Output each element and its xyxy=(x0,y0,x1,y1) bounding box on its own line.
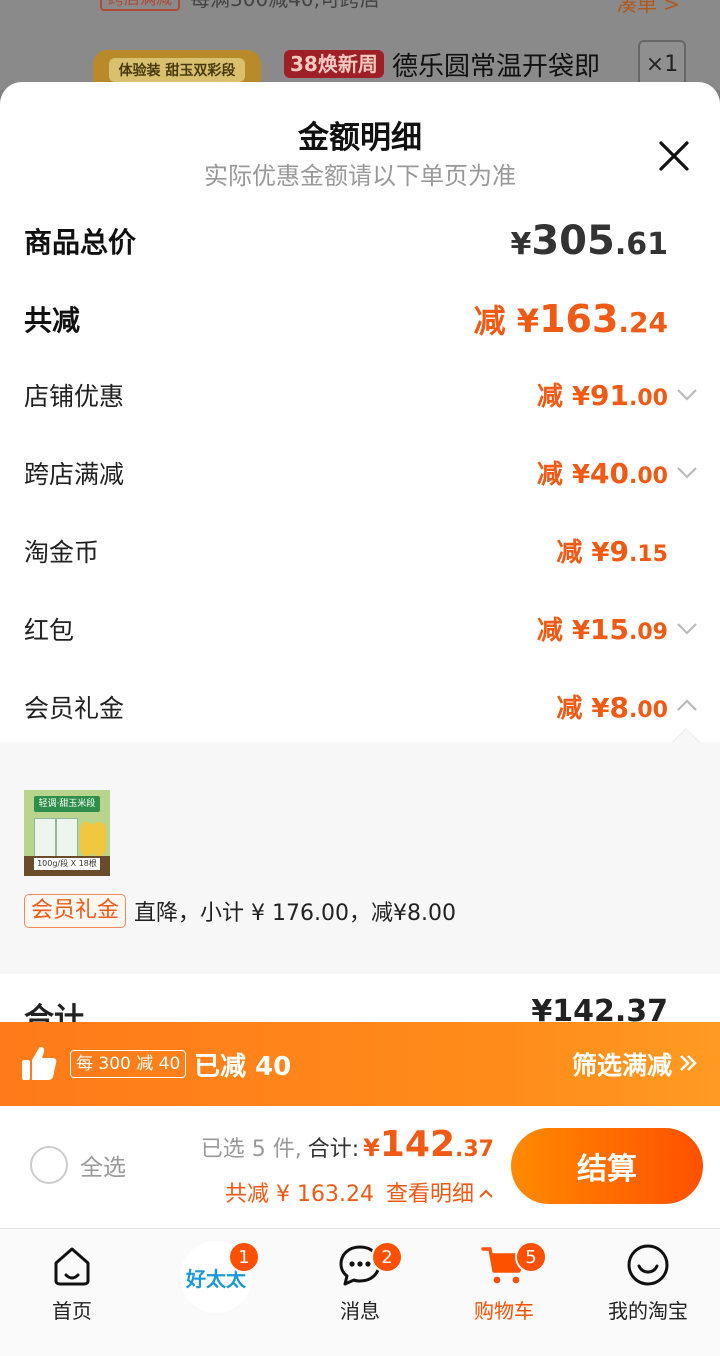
tab-label: 购物车 xyxy=(474,1299,534,1323)
background-cart: 跨店满减 每满300减40,可跨店 凑单 > 体验装 甜玉双彩段 38焕新周 德… xyxy=(0,0,720,90)
view-detail-label: 查看明细 xyxy=(385,1182,474,1207)
view-detail-link[interactable]: 查看明细 xyxy=(386,1176,494,1208)
promo-link-label: 筛选满减 xyxy=(571,1051,672,1080)
discount-label: 会员礼金 xyxy=(24,693,125,723)
bottom-tab-bar: 首页 好太太 1 消息 2 购物车 5 我的淘宝 xyxy=(0,1228,720,1356)
goods-total-label: 商品总价 xyxy=(24,226,137,259)
selected-count: 已选 5 件, xyxy=(200,1137,302,1162)
discount-value: 减 ¥8.00 xyxy=(556,691,668,724)
select-all-radio[interactable] xyxy=(30,1146,68,1184)
home-icon xyxy=(48,1241,96,1289)
total-reduce-value: 减 ¥163.24 xyxy=(473,297,668,341)
chevron-up-icon[interactable] xyxy=(676,698,698,712)
double-chevron-right-icon xyxy=(678,1050,698,1079)
promo-tag: 每 300 减 40 xyxy=(70,1050,187,1078)
select-all-toggle[interactable]: 全选 xyxy=(30,1146,126,1184)
saved-amount: 共减 ¥ 163.24 xyxy=(225,1182,374,1207)
chevron-down-icon[interactable] xyxy=(676,622,698,636)
sum-line: 已选 5 件, 合计: ¥142.37 xyxy=(201,1124,494,1165)
sheet-subtitle: 实际优惠金额请以下单页为准 xyxy=(204,162,516,190)
thumb-corn xyxy=(92,822,106,856)
tab-label: 首页 xyxy=(52,1299,92,1323)
chevron-up-icon xyxy=(478,1180,494,1205)
discount-label: 红包 xyxy=(24,615,75,645)
row-goods-total: 商品总价 ¥305.61 xyxy=(24,218,668,264)
sheet-total-value: ¥142.37 xyxy=(531,994,668,1022)
goods-total-value: ¥305.61 xyxy=(510,218,668,264)
chevron-down-icon[interactable] xyxy=(676,466,698,480)
discount-row-member-gift[interactable]: 会员礼金 减 ¥8.00 xyxy=(24,688,668,725)
bg-quantity: ×1 xyxy=(638,40,686,88)
discount-value: 减 ¥9.15 xyxy=(556,535,668,568)
tab-cart[interactable]: 购物车 5 xyxy=(439,1239,569,1339)
gift-tag: 会员礼金 xyxy=(24,894,127,928)
checkout-button[interactable]: 结算 xyxy=(511,1128,703,1204)
discount-label: 店铺优惠 xyxy=(24,381,125,411)
checkout-bar: 全选 已选 5 件, 合计: ¥142.37 共减 ¥ 163.24 查看明细 … xyxy=(0,1106,720,1228)
discount-label: 淘金币 xyxy=(24,537,100,567)
tab-home[interactable]: 首页 xyxy=(7,1239,137,1339)
discount-value: 减 ¥15.09 xyxy=(536,613,668,646)
bg-promo-tag: 38焕新周 xyxy=(284,50,384,78)
bg-strip-text: 每满300减40,可跨店 xyxy=(190,0,380,12)
detail-pointer xyxy=(671,727,701,757)
thumb-top-label: 轻调·甜玉米段 xyxy=(34,796,100,812)
gift-text: 直降，小计 ¥ 176.00，减¥8.00 xyxy=(134,901,456,926)
thumb-box xyxy=(56,818,78,858)
tab-my-taobao[interactable]: 我的淘宝 xyxy=(583,1239,713,1339)
row-total-reduce: 共减 减 ¥163.24 xyxy=(24,296,668,342)
tab-messages[interactable]: 消息 2 xyxy=(295,1239,425,1339)
sheet-title: 金额明细 xyxy=(298,120,422,156)
saved-line: 共减 ¥ 163.24 查看明细 xyxy=(225,1176,494,1208)
tab-haotaitai[interactable]: 好太太 1 xyxy=(151,1239,281,1339)
sheet-total-row: 合计 ¥142.37 xyxy=(24,994,668,1022)
product-thumbnail[interactable]: 轻调·甜玉米段 100g/段 X 18根 xyxy=(24,790,110,876)
badge-count: 2 xyxy=(371,1241,403,1273)
select-all-label: 全选 xyxy=(80,1155,126,1181)
gift-line: 会员礼金 直降，小计 ¥ 176.00，减¥8.00 xyxy=(24,894,456,928)
filter-full-reduction-link[interactable]: 筛选满减 xyxy=(572,1046,698,1082)
tab-label: 我的淘宝 xyxy=(608,1299,688,1323)
promo-done: 已减 40 xyxy=(194,1052,292,1082)
sheet-total-label: 合计 xyxy=(24,1002,84,1022)
total-price: ¥142.37 xyxy=(363,1124,494,1165)
bg-product-name: 德乐圆常温开袋即 xyxy=(392,52,601,82)
amount-detail-sheet: 金额明细 实际优惠金额请以下单页为准 商品总价 ¥305.61 共减 减 ¥16… xyxy=(0,82,720,1022)
my-taobao-icon xyxy=(624,1241,672,1289)
bg-thumb-label: 体验装 甜玉双彩段 xyxy=(108,58,246,82)
discount-row-taojinbi: 淘金币 减 ¥9.15 xyxy=(24,532,668,569)
bg-strip-link: 凑单 > xyxy=(616,0,680,16)
close-icon[interactable] xyxy=(656,138,692,174)
discount-row-cross-store[interactable]: 跨店满减 减 ¥40.00 xyxy=(24,454,668,491)
promo-bar: 每 300 减 40 已减 40 筛选满减 xyxy=(0,1022,720,1106)
tab-label: 消息 xyxy=(340,1299,380,1323)
discount-label: 跨店满减 xyxy=(24,459,125,489)
thumb-box xyxy=(34,818,56,858)
discount-row-red-packet[interactable]: 红包 减 ¥15.09 xyxy=(24,610,668,647)
total-reduce-label: 共减 xyxy=(24,304,81,337)
thumbs-up-icon xyxy=(20,1044,58,1082)
member-gift-detail: 轻调·甜玉米段 100g/段 X 18根 会员礼金 直降，小计 ¥ 176.00… xyxy=(0,727,720,974)
bg-strip-tag: 跨店满减 xyxy=(100,0,181,11)
badge-count: 1 xyxy=(228,1241,260,1273)
discount-row-shop[interactable]: 店铺优惠 减 ¥91.00 xyxy=(24,376,668,413)
badge-count: 5 xyxy=(515,1241,547,1273)
bg-promo-strip: 跨店满减 每满300减40,可跨店 xyxy=(100,0,380,11)
discount-value: 减 ¥91.00 xyxy=(536,379,668,412)
chevron-down-icon[interactable] xyxy=(676,388,698,402)
total-label: 合计: xyxy=(307,1137,360,1162)
thumb-caption: 100g/段 X 18根 xyxy=(34,858,100,870)
discount-value: 减 ¥40.00 xyxy=(536,457,668,490)
